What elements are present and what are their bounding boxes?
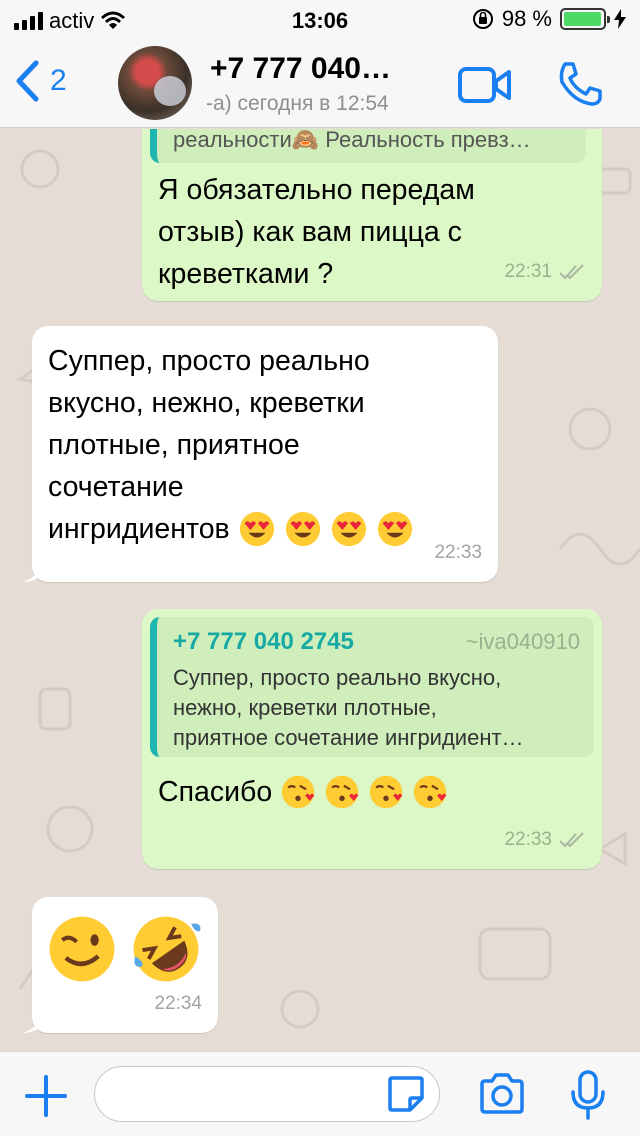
message-meta: 22:33 (504, 819, 586, 861)
message-line-with-emoji: Спасибо (158, 771, 594, 813)
heart-eyes-emoji-icon (239, 511, 274, 547)
quoted-message[interactable]: реальности🙈 Реальность превз… (150, 129, 586, 163)
sticker-button[interactable] (386, 1074, 426, 1119)
wink-emoji-icon (49, 916, 115, 982)
message-composer (0, 1051, 640, 1136)
message-list[interactable]: реальности🙈 Реальность превз… Я обязател… (0, 129, 640, 1051)
heart-eyes-emoji-icon (331, 511, 366, 547)
bubble-tail (22, 1013, 42, 1033)
battery-percent: 98 % (501, 6, 552, 31)
message-time: 22:31 (504, 261, 552, 282)
message-line: сочетание (48, 471, 184, 503)
message-line: Я обязательно передам (158, 174, 475, 206)
status-bar: activ 13:06 98 % (0, 0, 640, 40)
back-button[interactable]: 2 (14, 60, 67, 102)
bubble-tail (22, 562, 42, 582)
message-line: плотные, приятное (48, 429, 300, 461)
message-outgoing-reply[interactable]: +7 777 040 2745 ~iva040910 Суппер, прост… (142, 609, 602, 869)
attach-button[interactable] (24, 1074, 68, 1123)
rofl-emoji-icon (133, 916, 201, 982)
message-line: Суппер, просто реально (48, 345, 370, 377)
message-time: 22:33 (434, 542, 482, 563)
message-incoming[interactable]: Суппер, просто реально вкусно, нежно, кр… (22, 326, 498, 582)
battery-level (564, 12, 602, 26)
kiss-heart-emoji-icon (326, 775, 359, 809)
heart-eyes-emoji-icon (285, 511, 320, 547)
contact-avatar[interactable] (118, 46, 192, 120)
message-line: отзыв) как вам пицца с (158, 216, 462, 248)
message-line: ингридиентов (48, 513, 230, 545)
video-call-icon (458, 67, 511, 103)
heart-eyes-emoji-icon (377, 511, 412, 547)
sticker-icon (388, 1076, 424, 1112)
message-meta: 22:31 (504, 251, 586, 293)
emoji-row (46, 913, 204, 985)
last-seen-status: -а) сегодня в 12:54 (206, 92, 389, 115)
quoted-sender-phone: +7 777 040 2745 (173, 628, 354, 655)
quoted-header: +7 777 040 2745 ~iva040910 (173, 627, 580, 657)
message-time: 22:33 (504, 829, 552, 850)
camera-icon (480, 1073, 524, 1114)
kiss-heart-emoji-icon (414, 775, 447, 809)
message-meta: 22:34 (154, 983, 202, 1025)
plus-icon (25, 1075, 67, 1117)
chevron-left-icon (16, 60, 39, 102)
camera-button[interactable] (478, 1072, 526, 1121)
message-time: 22:34 (154, 993, 202, 1014)
phone-icon (559, 62, 602, 106)
quoted-text: реальности🙈 Реальность превз… (173, 129, 531, 152)
kiss-heart-emoji-icon (370, 775, 403, 809)
message-outgoing[interactable]: реальности🙈 Реальность превз… Я обязател… (142, 129, 602, 301)
kiss-heart-emoji-icon (282, 775, 315, 809)
message-line-with-emoji: ингридиентов (48, 508, 482, 550)
quoted-line: Суппер, просто реально вкусно, (173, 665, 502, 690)
orientation-lock-icon (472, 9, 493, 29)
double-check-icon (559, 832, 584, 848)
quoted-line: нежно, креветки плотные, (173, 695, 437, 720)
charging-icon (614, 9, 626, 29)
video-call-button[interactable] (458, 66, 512, 109)
quoted-message[interactable]: +7 777 040 2745 ~iva040910 Суппер, прост… (150, 617, 594, 757)
chat-header: 2 +7 777 040… -а) сегодня в 12:54 (0, 40, 640, 128)
message-meta: 22:33 (434, 532, 482, 574)
message-line: вкусно, нежно, креветки (48, 387, 365, 419)
quoted-line: приятное сочетание ингридиент… (173, 725, 524, 750)
microphone-icon (571, 1070, 605, 1120)
double-check-icon (559, 264, 584, 280)
quoted-sender-nick: ~iva040910 (465, 629, 580, 654)
voice-call-button[interactable] (556, 60, 604, 113)
message-incoming-emoji[interactable]: 22:34 (22, 897, 218, 1033)
unread-count: 2 (50, 64, 67, 97)
battery-icon (560, 8, 610, 30)
contact-name[interactable]: +7 777 040… (210, 52, 391, 86)
system-indicators: 98 % (472, 6, 626, 32)
voice-message-button[interactable] (570, 1070, 606, 1125)
message-text: Спасибо (158, 776, 273, 808)
